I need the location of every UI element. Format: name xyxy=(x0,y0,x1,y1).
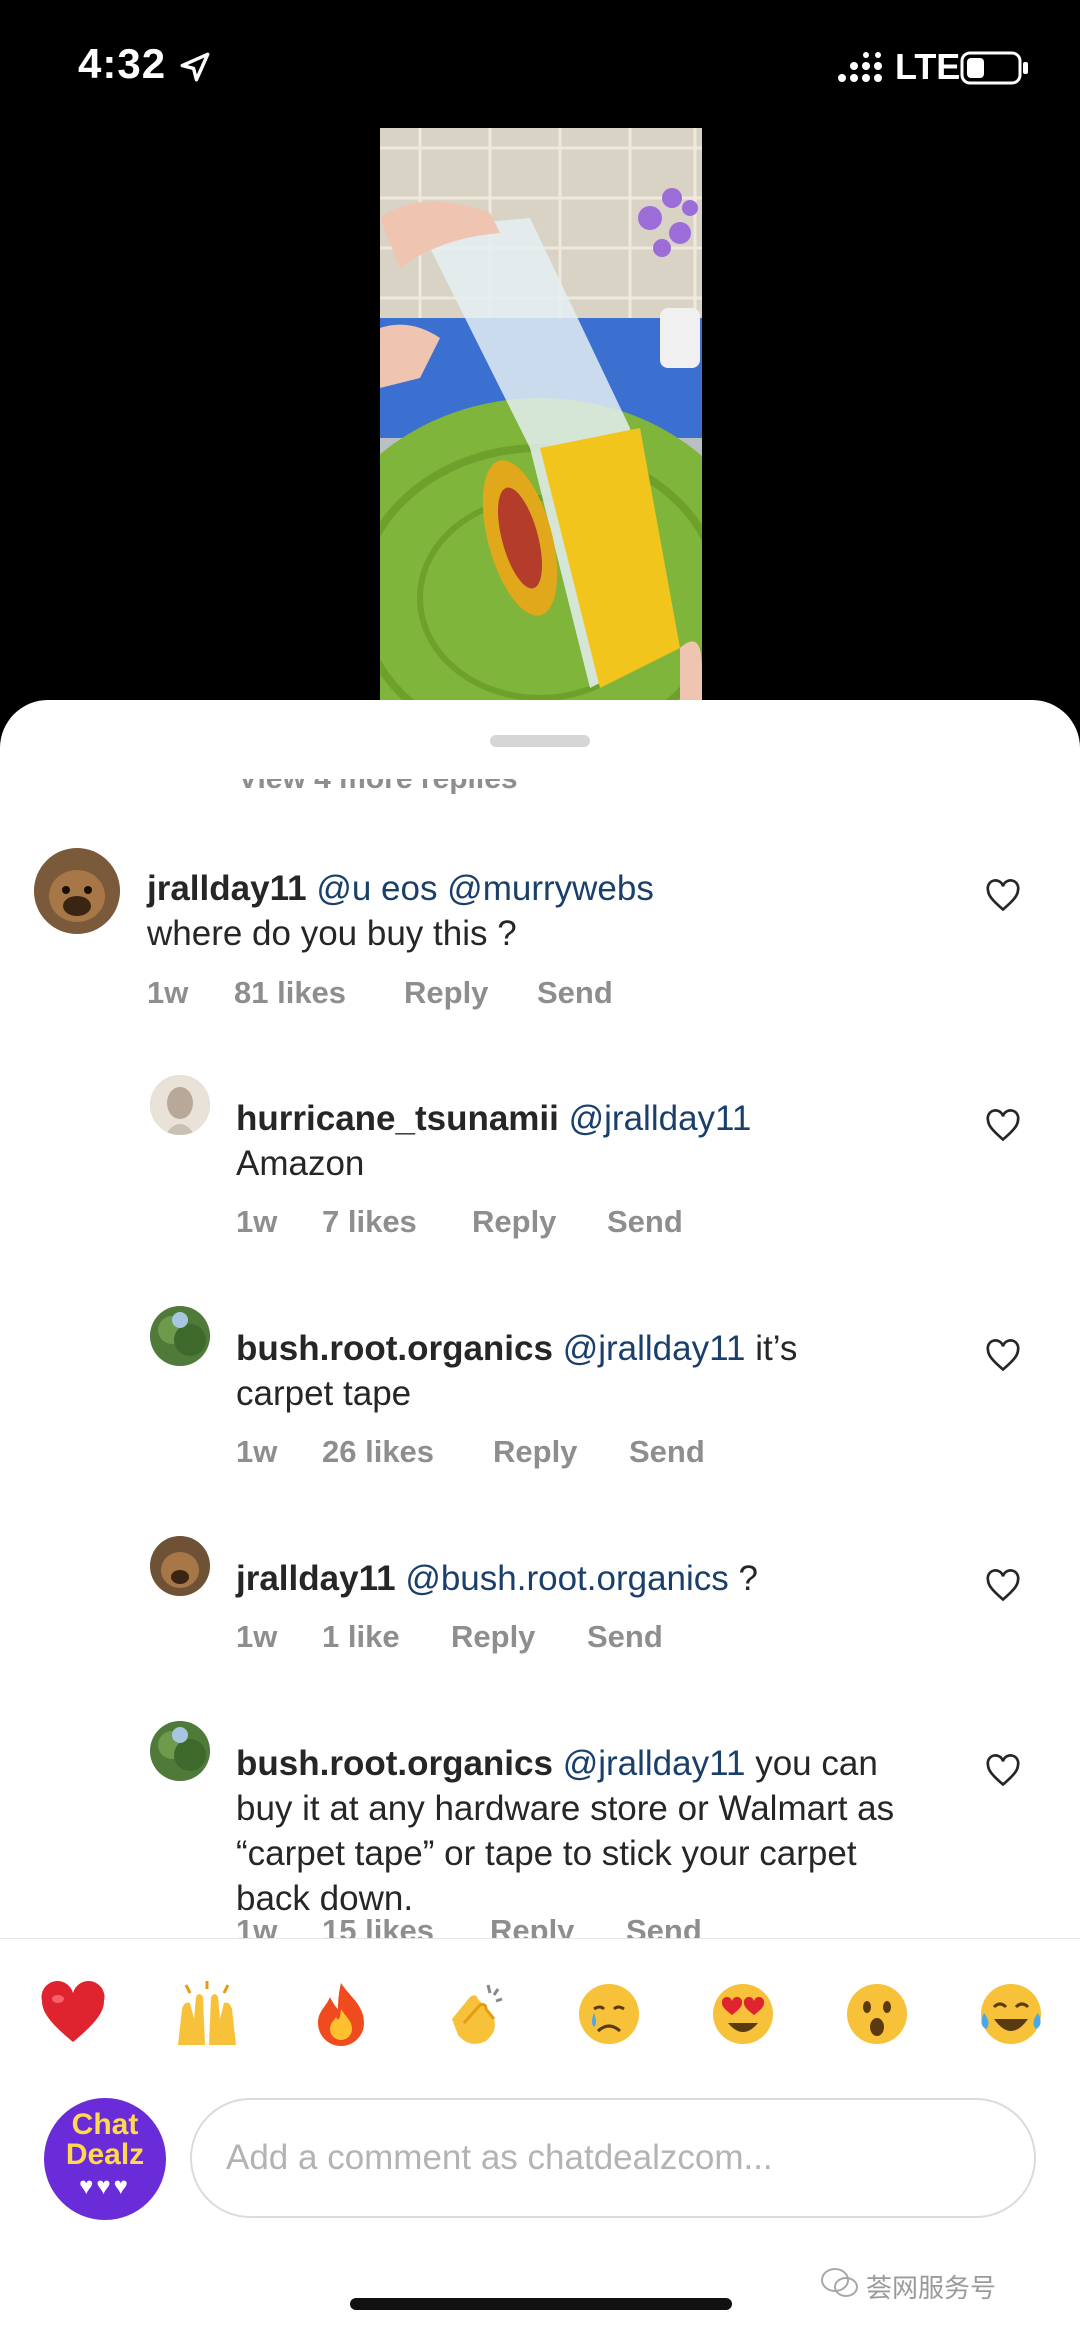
comment-username[interactable]: hurricane_tsunamii xyxy=(236,1099,559,1138)
comment-age: 1w xyxy=(236,1434,278,1469)
watermark-text: 荟网服务号 xyxy=(866,2273,997,2303)
comment-mention[interactable]: @u eos @murrywebs xyxy=(316,869,654,908)
comment-age: 1w xyxy=(236,1619,278,1654)
crying-face-emoji[interactable] xyxy=(574,1979,644,2049)
comment-body: carpet tape xyxy=(236,1374,412,1413)
avatar-brand-line2: Dealz xyxy=(65,2138,145,2171)
comment-likes[interactable]: 81 likes xyxy=(234,975,404,1011)
send-button[interactable]: Send xyxy=(629,1434,705,1470)
raised-hands-emoji[interactable] xyxy=(172,1979,242,2049)
status-time: 4:32 xyxy=(78,40,167,87)
comment-body: where do you buy this ? xyxy=(147,914,517,953)
my-avatar[interactable]: Chat Dealz ♥♥♥ xyxy=(44,2098,166,2220)
comment-text: bush.root.organics @jrallday11 you can b… xyxy=(236,1741,896,1921)
comment-age: 1w xyxy=(147,975,189,1010)
avatar[interactable] xyxy=(150,1721,210,1781)
comment-likes[interactable]: 7 likes xyxy=(322,1204,472,1240)
avatar[interactable] xyxy=(150,1536,210,1596)
comment-username[interactable]: bush.root.organics xyxy=(236,1329,553,1368)
like-heart-icon[interactable] xyxy=(985,1753,1021,1789)
avatar[interactable] xyxy=(150,1306,210,1366)
comment-mention[interactable]: @bush.root.organics xyxy=(405,1559,728,1598)
heart-emoji[interactable] xyxy=(38,1979,108,2049)
like-heart-icon[interactable] xyxy=(985,878,1021,914)
comment-age: 1w xyxy=(236,1204,278,1239)
comment-body: Amazon xyxy=(236,1144,365,1183)
comment-text: bush.root.organics @jrallday11 it’s carp… xyxy=(236,1326,976,1416)
comment-likes[interactable]: 1 like xyxy=(322,1619,451,1655)
status-bar: 4:32 LTE xyxy=(0,0,1080,130)
emoji-quick-bar xyxy=(0,1938,1080,2078)
surprised-face-emoji[interactable] xyxy=(842,1979,912,2049)
sheet-grabber[interactable] xyxy=(490,735,590,747)
network-label: LTE xyxy=(895,46,961,87)
comment-mention[interactable]: @jrallday11 xyxy=(569,1099,752,1138)
home-indicator[interactable] xyxy=(350,2298,732,2310)
avatar[interactable] xyxy=(150,1075,210,1135)
video-preview[interactable] xyxy=(380,128,702,703)
send-button[interactable]: Send xyxy=(607,1204,683,1240)
comments-sheet: View 4 more replies jrallday11 @u eos @m… xyxy=(0,700,1080,2337)
comment-meta: 1w 26 likes Reply Send xyxy=(236,1434,705,1470)
fire-emoji[interactable] xyxy=(306,1979,376,2049)
reply-button[interactable]: Reply xyxy=(404,975,537,1011)
view-more-replies[interactable]: View 4 more replies xyxy=(238,779,518,796)
like-heart-icon[interactable] xyxy=(985,1108,1021,1144)
comment-username[interactable]: bush.root.organics xyxy=(236,1744,553,1783)
heart-eyes-emoji[interactable] xyxy=(708,1979,778,2049)
avatar-brand-line1: Chat xyxy=(71,2108,139,2141)
tears-of-joy-emoji[interactable] xyxy=(976,1979,1046,2049)
comment-text: hurricane_tsunamii @jrallday11 Amazon xyxy=(236,1096,976,1186)
reply-button[interactable]: Reply xyxy=(451,1619,587,1655)
avatar-brand-hearts: ♥♥♥ xyxy=(79,2173,131,2200)
comment-text: jrallday11 @bush.root.organics ? xyxy=(236,1556,976,1601)
comment-meta: 1w 1 like Reply Send xyxy=(236,1619,663,1655)
clapping-hands-emoji[interactable] xyxy=(440,1979,510,2049)
comment-meta: 1w 7 likes Reply Send xyxy=(236,1204,683,1240)
battery-icon xyxy=(960,51,1028,85)
comment-text: jrallday11 @u eos @murrywebs where do yo… xyxy=(147,866,887,956)
send-button[interactable]: Send xyxy=(587,1619,663,1655)
comment-mention[interactable]: @jrallday11 xyxy=(563,1329,746,1368)
comment-meta: 1w 81 likes Reply Send xyxy=(147,975,613,1011)
comment-username[interactable]: jrallday11 xyxy=(147,869,307,908)
send-button[interactable]: Send xyxy=(537,975,613,1011)
like-heart-icon[interactable] xyxy=(985,1568,1021,1604)
comment-username[interactable]: jrallday11 xyxy=(236,1559,396,1598)
comment-body-inline: you xyxy=(755,1744,812,1783)
comment-mention[interactable]: @jrallday11 xyxy=(563,1744,746,1783)
video-frame-image xyxy=(380,128,702,703)
avatar[interactable] xyxy=(34,848,120,934)
reply-button[interactable]: Reply xyxy=(493,1434,629,1470)
reply-button[interactable]: Reply xyxy=(472,1204,607,1240)
comment-likes[interactable]: 26 likes xyxy=(322,1434,493,1470)
comment-input[interactable] xyxy=(190,2098,1036,2218)
comment-body-inline: ? xyxy=(738,1559,758,1598)
comment-body-inline: it’s xyxy=(755,1329,798,1368)
signal-icon xyxy=(838,52,882,82)
like-heart-icon[interactable] xyxy=(985,1338,1021,1374)
wechat-icon xyxy=(821,2268,858,2297)
location-arrow-icon xyxy=(180,52,210,82)
